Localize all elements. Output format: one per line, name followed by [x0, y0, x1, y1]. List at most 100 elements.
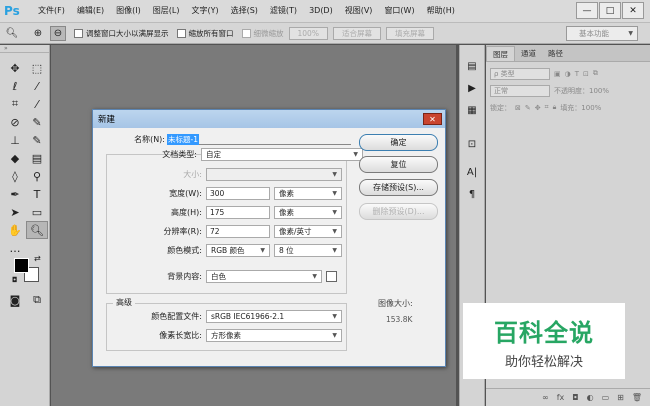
blur-tool-icon[interactable]: ◊ — [4, 167, 26, 185]
resize-windows-checkbox[interactable] — [74, 28, 83, 38]
reset-button[interactable]: 复位 — [359, 156, 438, 173]
clone-source-panel-icon[interactable]: ⊡ — [462, 135, 482, 153]
minimize-button[interactable]: — — [576, 2, 598, 19]
move-tool-icon[interactable]: ✥ — [4, 59, 26, 77]
lock-brush-icon[interactable]: ✎ — [525, 104, 531, 112]
gradient-tool-icon[interactable]: ▤ — [26, 149, 48, 167]
ok-button[interactable]: 确定 — [359, 134, 438, 151]
more-tools-icon[interactable]: … — [4, 239, 26, 257]
lock-move-icon[interactable]: ✥ — [535, 104, 541, 112]
panel-grip[interactable]: » — [0, 45, 49, 53]
advanced-label[interactable]: 高级 — [113, 297, 135, 308]
width-input[interactable]: 300 — [206, 187, 270, 200]
marquee-tool-icon[interactable]: ⬚ — [26, 59, 48, 77]
quick-mask-icon[interactable]: ◙ — [6, 291, 24, 309]
dialog-close-button[interactable]: ✕ — [423, 113, 442, 125]
fill-label[interactable]: 填充：100% — [560, 103, 601, 113]
height-unit-select[interactable]: 像素 ▼ — [274, 206, 342, 219]
actions-play-icon[interactable]: ▶ — [462, 79, 482, 97]
profile-select[interactable]: sRGB IEC61966-2.1 ▼ — [206, 310, 342, 323]
fx-icon[interactable]: fx — [557, 393, 565, 402]
filter-adjust-icon[interactable]: ◑ — [565, 70, 571, 78]
link-layers-icon[interactable]: ∞ — [542, 393, 549, 402]
filter-shape-icon[interactable]: ⊡ — [583, 70, 589, 78]
menu-3d[interactable]: 3D(D) — [303, 0, 339, 22]
zoom-tool-icon[interactable]: 🔍︎ — [4, 26, 20, 41]
width-unit-select[interactable]: 像素 ▼ — [274, 187, 342, 200]
menu-window[interactable]: 窗口(W) — [378, 0, 420, 22]
size-select[interactable]: ▼ — [206, 168, 342, 181]
zoom-tool-selected-icon[interactable]: 🔍︎ — [26, 221, 48, 239]
bit-depth-select[interactable]: 8 位 ▼ — [274, 244, 342, 257]
menu-select[interactable]: 选择(S) — [225, 0, 264, 22]
resolution-unit-select[interactable]: 像素/英寸 ▼ — [274, 225, 342, 238]
zoom-100-button[interactable]: 100% — [288, 26, 328, 40]
menu-layer[interactable]: 图层(L) — [147, 0, 186, 22]
screen-mode-icon[interactable]: ⧉ — [28, 291, 46, 309]
history-panel-icon[interactable]: ▤ — [462, 57, 482, 75]
eyedropper-tool-icon[interactable]: ⁄ — [26, 95, 48, 113]
blend-mode-select[interactable]: 正常 — [490, 84, 550, 97]
zoom-out-icon[interactable]: ⊖ — [50, 25, 66, 41]
tab-layers[interactable]: 图层 — [486, 46, 515, 61]
fill-screen-button[interactable]: 填充屏幕 — [385, 26, 434, 40]
menu-help[interactable]: 帮助(H) — [421, 0, 461, 22]
close-window-button[interactable]: ✕ — [622, 2, 644, 19]
new-layer-icon[interactable]: ⊞ — [617, 393, 624, 402]
adjustment-layer-icon[interactable]: ◐ — [587, 393, 594, 402]
filter-smart-icon[interactable]: ⧉ — [593, 69, 598, 78]
layer-kind-filter[interactable]: ρ 类型 — [490, 67, 550, 80]
height-input[interactable]: 175 — [206, 206, 270, 219]
zoom-all-checkbox[interactable] — [176, 28, 186, 38]
swap-colors-icon[interactable]: ⇄ — [34, 254, 41, 263]
group-folder-icon[interactable]: ▭ — [602, 393, 610, 402]
scrubby-zoom-checkbox[interactable] — [241, 28, 251, 38]
filter-type-icon[interactable]: T — [575, 70, 579, 78]
paragraph-panel-icon[interactable]: ¶ — [462, 185, 482, 203]
menu-file[interactable]: 文件(F) — [32, 0, 71, 22]
delete-preset-button[interactable]: 删除预设(D)... — [359, 203, 438, 220]
foreground-color-swatch[interactable] — [14, 258, 29, 273]
fit-screen-button[interactable]: 适合屏幕 — [332, 26, 381, 40]
brush-tool-icon[interactable]: ✎ — [26, 113, 48, 131]
crop-tool-icon[interactable]: ⌗ — [4, 95, 26, 113]
clone-stamp-tool-icon[interactable]: ⊥ — [4, 131, 26, 149]
lock-artboard-icon[interactable]: ⌗ — [545, 103, 549, 112]
maximize-button[interactable]: □ — [599, 2, 621, 19]
opacity-label[interactable]: 不透明度：100% — [554, 86, 609, 96]
menu-type[interactable]: 文字(Y) — [185, 0, 224, 22]
filter-image-icon[interactable]: ▣ — [554, 70, 561, 78]
menu-filter[interactable]: 滤镜(T) — [264, 0, 303, 22]
rectangle-tool-icon[interactable]: ▭ — [26, 203, 48, 221]
lock-pixels-icon[interactable]: ⊠ — [515, 104, 521, 112]
delete-layer-icon[interactable]: 🗑︎ — [632, 393, 642, 402]
menu-edit[interactable]: 编辑(E) — [71, 0, 110, 22]
path-select-tool-icon[interactable]: ➤ — [4, 203, 26, 221]
workspace-select[interactable]: 基本功能 ▼ — [566, 26, 638, 41]
properties-panel-icon[interactable]: ▦ — [462, 101, 482, 119]
name-field[interactable]: 未标题-1 — [167, 133, 351, 145]
pixel-aspect-select[interactable]: 方形像素 ▼ — [206, 329, 342, 342]
hand-tool-icon[interactable]: ✋ — [4, 221, 26, 239]
type-tool-icon[interactable]: T — [26, 185, 48, 203]
default-colors-icon[interactable]: ◘ — [12, 276, 18, 284]
save-preset-button[interactable]: 存储预设(S)... — [359, 179, 438, 196]
menu-image[interactable]: 图像(I) — [110, 0, 147, 22]
zoom-in-icon[interactable]: ⊕ — [30, 26, 46, 41]
preset-select[interactable]: 自定 ▼ — [201, 148, 363, 161]
menu-view[interactable]: 视图(V) — [339, 0, 379, 22]
healing-brush-tool-icon[interactable]: ⊘ — [4, 113, 26, 131]
tab-channels[interactable]: 通道 — [515, 46, 542, 61]
resolution-input[interactable]: 72 — [206, 225, 270, 238]
eraser-tool-icon[interactable]: ◆ — [4, 149, 26, 167]
color-mode-select[interactable]: RGB 颜色 ▼ — [206, 244, 270, 257]
magic-wand-tool-icon[interactable]: ⁄ — [26, 77, 48, 95]
character-panel-icon[interactable]: A| — [462, 163, 482, 181]
dodge-tool-icon[interactable]: ⚲ — [26, 167, 48, 185]
background-color-swatch[interactable] — [326, 271, 337, 282]
lock-all-icon[interactable]: 🔒︎ — [553, 103, 557, 112]
lasso-tool-icon[interactable]: ℓ — [4, 77, 26, 95]
add-mask-icon[interactable]: ◘ — [572, 393, 578, 402]
pen-tool-icon[interactable]: ✒ — [4, 185, 26, 203]
tab-paths[interactable]: 路径 — [542, 46, 569, 61]
